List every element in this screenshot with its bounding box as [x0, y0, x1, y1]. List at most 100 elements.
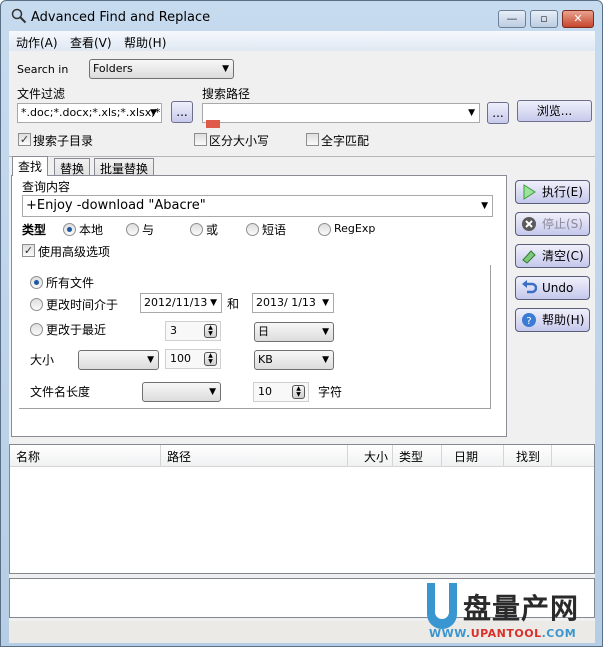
window-title: Advanced Find and Replace — [31, 10, 211, 25]
chevron-down-icon: ▼ — [481, 201, 488, 211]
search-in-label: Search in — [17, 63, 69, 76]
help-button[interactable]: ? 帮助(H) — [515, 308, 590, 332]
type-phrase-radio[interactable] — [246, 223, 259, 236]
type-or-radio[interactable] — [190, 223, 203, 236]
minimize-icon: — — [506, 12, 518, 25]
column-date[interactable]: 日期 — [442, 445, 504, 467]
minimize-button[interactable]: — — [498, 10, 526, 28]
tab-replace[interactable]: 替换 — [54, 158, 91, 176]
svg-text:?: ? — [526, 316, 531, 327]
tab-divider — [9, 156, 595, 157]
menu-bar: 动作(A) 查看(V) 帮助(H) — [9, 31, 595, 51]
play-icon — [523, 184, 536, 200]
spinner-arrows-icon[interactable]: ▲ ▼ — [204, 324, 217, 338]
client-area: 动作(A) 查看(V) 帮助(H) Search in Folders ▼ 文件… — [9, 31, 595, 643]
help-label: 帮助(H) — [542, 313, 585, 327]
type-regexp-label: RegExp — [334, 222, 376, 235]
stop-label: 停止(S) — [542, 217, 583, 231]
menu-view[interactable]: 查看(V) — [70, 34, 112, 51]
date-from-picker[interactable]: 2012/11/13 ▼ — [140, 293, 222, 313]
chevron-down-icon: ▼ — [468, 108, 475, 118]
type-phrase-label: 短语 — [262, 223, 287, 237]
type-local-radio[interactable] — [63, 223, 76, 236]
modified-recent-label: 更改于最近 — [46, 323, 107, 337]
execute-label: 执行(E) — [542, 185, 583, 199]
chevron-down-icon: ▼ — [150, 108, 157, 118]
recent-unit-select[interactable]: 日 ▼ — [254, 322, 334, 342]
stop-icon — [522, 217, 536, 231]
u-logo-icon — [427, 583, 457, 629]
size-operator-select[interactable]: ▼ — [78, 350, 159, 370]
tab-find[interactable]: 查找 — [12, 156, 49, 176]
search-path-label: 搜索路径 — [202, 87, 251, 101]
modified-recent-radio[interactable] — [30, 323, 43, 336]
chevron-down-icon: ▼ — [322, 327, 329, 337]
size-unit-select[interactable]: KB ▼ — [254, 350, 334, 370]
browse-button[interactable]: 浏览... — [517, 100, 592, 122]
magnifier-icon — [11, 8, 27, 24]
filename-length-operator-select[interactable]: ▼ — [142, 382, 221, 402]
maximize-button[interactable]: ▫ — [530, 10, 558, 28]
case-sensitive-label: 区分大小写 — [209, 134, 270, 148]
undo-label: Undo — [542, 281, 574, 295]
menu-action[interactable]: 动作(A) — [16, 34, 58, 51]
chevron-down-icon: ▼ — [147, 355, 154, 365]
type-local-label: 本地 — [79, 223, 104, 237]
stop-button[interactable]: 停止(S) — [515, 212, 590, 236]
advanced-label: 使用高级选项 — [38, 245, 111, 259]
app-window: Advanced Find and Replace — ▫ ✕ 动作(A) 查看… — [0, 0, 603, 647]
url-suffix: .COM — [541, 627, 577, 640]
title-bar[interactable]: Advanced Find and Replace — ▫ ✕ — [1, 1, 602, 31]
column-name[interactable]: 名称 — [10, 445, 161, 467]
all-files-radio[interactable] — [30, 276, 43, 289]
column-size[interactable]: 大小 — [348, 445, 393, 467]
watermark-url: WWW.UPANTOOL.COM — [429, 627, 576, 640]
case-sensitive-checkbox[interactable] — [194, 133, 207, 146]
all-files-label: 所有文件 — [46, 276, 95, 290]
subdirs-checkbox[interactable]: ✓ — [18, 133, 31, 146]
execute-button[interactable]: 执行(E) — [515, 180, 590, 204]
filename-length-label: 文件名长度 — [30, 385, 91, 399]
tab-batch-replace[interactable]: 批量替换 — [94, 158, 155, 176]
watermark-logo: 盘量产网 WWW.UPANTOOL.COM — [427, 583, 597, 645]
file-filter-combo[interactable]: *.doc;*.docx;*.xls;*.xlsx;*.h ▼ — [17, 103, 162, 123]
search-in-select[interactable]: Folders ▼ — [89, 59, 234, 79]
whole-word-checkbox[interactable] — [306, 133, 319, 146]
recent-value-spinner[interactable]: 3 ▲ ▼ — [165, 321, 221, 341]
column-path[interactable]: 路径 — [161, 445, 348, 467]
modified-between-radio[interactable] — [30, 298, 43, 311]
column-found[interactable]: 找到 — [504, 445, 552, 467]
column-type[interactable]: 类型 — [393, 445, 442, 467]
query-input[interactable]: +Enjoy -download "Abacre" ▼ — [22, 195, 493, 217]
menu-help[interactable]: 帮助(H) — [124, 34, 166, 51]
spinner-arrows-icon[interactable]: ▲ ▼ — [292, 385, 305, 399]
close-icon: ✕ — [573, 12, 583, 25]
whole-word-label: 全字匹配 — [321, 134, 370, 148]
query-label: 查询内容 — [22, 180, 71, 194]
type-and-radio[interactable] — [126, 223, 139, 236]
undo-icon — [522, 280, 537, 294]
undo-button[interactable]: Undo — [515, 276, 590, 300]
search-path-combo[interactable]: ▼ — [202, 103, 480, 123]
results-list[interactable]: 名称 路径 大小 类型 日期 找到 — [9, 444, 595, 574]
search-path-ellipsis-button[interactable]: ... — [487, 102, 509, 124]
date-to-picker[interactable]: 2013/ 1/13 ▼ — [252, 293, 334, 313]
spinner-arrows-icon[interactable]: ▲ ▼ — [204, 352, 217, 366]
eraser-icon — [522, 250, 536, 264]
query-value: +Enjoy -download "Abacre" — [26, 198, 206, 213]
url-prefix: WWW. — [429, 627, 471, 640]
column-filler — [552, 445, 594, 467]
search-in-value: Folders — [93, 62, 133, 75]
file-filter-browse-button[interactable]: ... — [171, 101, 193, 123]
maximize-icon: ▫ — [540, 12, 548, 25]
help-icon: ? — [522, 313, 536, 327]
size-value-spinner[interactable]: 100 ▲ ▼ — [165, 349, 221, 369]
advanced-checkbox[interactable]: ✓ — [22, 244, 35, 257]
type-regexp-radio[interactable] — [318, 223, 331, 236]
watermark-text: 盘量产网 — [463, 592, 580, 625]
filename-length-value: 10 — [258, 385, 272, 398]
date-to-value: 2013/ 1/13 — [256, 296, 316, 309]
close-button[interactable]: ✕ — [562, 10, 594, 28]
clear-button[interactable]: 清空(C) — [515, 244, 590, 268]
filename-length-spinner[interactable]: 10 ▲ ▼ — [253, 382, 309, 402]
